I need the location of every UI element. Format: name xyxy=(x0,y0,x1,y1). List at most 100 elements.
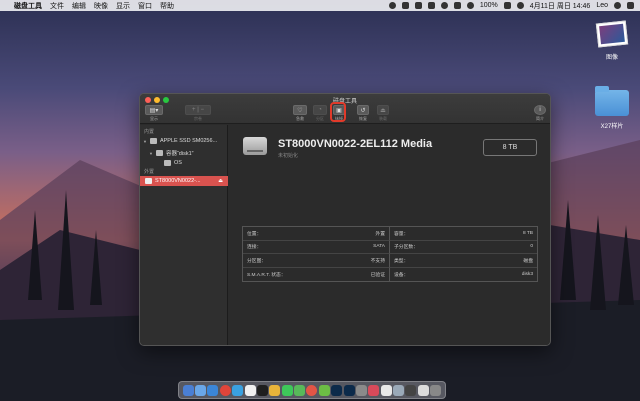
dock xyxy=(178,381,446,399)
detail-pane: ST8000VN0022-2EL112 Media 未初始化 8 TB 位置：外… xyxy=(229,125,550,345)
internal-disk-icon xyxy=(149,138,157,144)
launchpad-icon[interactable] xyxy=(195,384,207,396)
photos-icon[interactable] xyxy=(355,384,367,396)
view-label: 显示 xyxy=(150,116,158,121)
info-cell-partition-map: 分区图： 不支持 xyxy=(243,254,390,268)
info-cell-smart-status: S.M.A.R.T. 状态： 已验证 xyxy=(243,267,390,281)
device-subtitle: 未初始化 xyxy=(278,153,299,159)
first-aid-button[interactable]: ♡ xyxy=(293,105,307,115)
typora-icon[interactable] xyxy=(256,384,268,396)
mail-icon[interactable] xyxy=(232,384,244,396)
user-name[interactable]: Leo xyxy=(596,2,608,9)
search-icon[interactable] xyxy=(614,2,621,9)
erase-highlight-annotation xyxy=(330,102,346,122)
info-cell-child-count: 子分区数： 0 xyxy=(390,241,537,254)
headphones-icon[interactable] xyxy=(440,2,448,9)
info-cell-type: 类型： 磁盘 xyxy=(390,254,537,268)
wechat-icon[interactable] xyxy=(281,384,293,396)
desktop-item-image[interactable]: 图像 xyxy=(582,20,640,61)
info-cell-location: 位置： 外置 xyxy=(243,227,390,241)
volume-label: 宗卷 xyxy=(194,116,202,121)
info-cell-device: 设备： disk3 xyxy=(394,271,533,278)
music-icon[interactable] xyxy=(306,384,318,396)
sidebar-header-internal: 内置 xyxy=(144,129,155,135)
preview-icon[interactable] xyxy=(380,384,392,396)
chrome-icon[interactable] xyxy=(219,384,231,396)
desktop-item-label: 图像 xyxy=(605,55,618,61)
stethoscope-icon: ♡ xyxy=(297,107,303,114)
disclosure-triangle-icon[interactable]: ▼ xyxy=(149,151,153,156)
status-tray: 100% 4月11日 周日 14:46 Leo xyxy=(388,0,634,11)
menu-app-name[interactable]: 磁盘工具 xyxy=(14,1,42,11)
notes-icon[interactable] xyxy=(269,384,281,396)
desktop-item-folder[interactable]: X27样片 xyxy=(582,86,640,130)
sidebar-item-apple-ssd[interactable]: ▼ APPLE SSD SM0256... xyxy=(143,138,217,144)
wechat-work-icon[interactable] xyxy=(318,384,330,396)
control-center-icon[interactable] xyxy=(627,2,634,9)
cloud-icon[interactable] xyxy=(401,2,409,9)
bluetooth-icon[interactable] xyxy=(453,2,461,9)
record-icon[interactable] xyxy=(388,2,396,9)
restore-icon: ↺ xyxy=(360,107,366,114)
info-cell-connection: 连接： SATA xyxy=(243,240,390,254)
calendar-icon[interactable] xyxy=(244,384,256,396)
eject-icon[interactable]: ⏏ xyxy=(218,178,223,184)
sidebar-item-label: 容器“disk1” xyxy=(165,151,194,157)
container-icon xyxy=(155,150,163,156)
unmount-label: 装载 xyxy=(379,116,387,121)
sidebar-item-label: ST8000VN0022-... xyxy=(155,178,201,184)
unmount-icon: ⏏ xyxy=(380,107,386,114)
battery-icon[interactable] xyxy=(503,2,511,9)
sidebar-header-external: 外置 xyxy=(144,169,155,175)
photoshop-icon[interactable] xyxy=(331,384,343,396)
terminal-icon[interactable] xyxy=(405,384,417,396)
partition-icon: ◔ xyxy=(318,107,322,113)
messages-icon[interactable] xyxy=(294,384,306,396)
lightroom-icon[interactable] xyxy=(343,384,355,396)
finder-icon[interactable] xyxy=(182,384,194,396)
sidebar-item-label: OS xyxy=(174,160,182,166)
wifi-icon[interactable] xyxy=(466,2,474,9)
text-tool-icon[interactable] xyxy=(427,2,435,9)
capacity-badge: 8 TB xyxy=(483,139,537,156)
menu-window[interactable]: 窗口 xyxy=(138,1,152,11)
info-button[interactable]: i xyxy=(534,105,546,115)
partition-button[interactable]: ◔ xyxy=(313,105,327,115)
menu-view[interactable]: 显示 xyxy=(116,1,130,11)
menu-bar: 磁盘工具 文件 编辑 映像 显示 窗口 帮助 100% 4月11日 周日 14:… xyxy=(0,0,640,11)
menu-edit[interactable]: 编辑 xyxy=(72,1,86,11)
menu-image[interactable]: 映像 xyxy=(94,1,108,11)
restore-button[interactable]: ↺ xyxy=(357,105,369,115)
input-method-icon[interactable] xyxy=(516,2,524,9)
battery-percent[interactable]: 100% xyxy=(480,2,498,9)
external-disk-icon xyxy=(145,178,152,184)
volume-icon xyxy=(164,160,171,166)
desktop-item-label: X27样片 xyxy=(600,124,624,130)
folder-icon xyxy=(595,86,629,116)
menu-file[interactable]: 文件 xyxy=(50,1,64,11)
sync-icon[interactable] xyxy=(414,2,422,9)
disk-utility-icon[interactable] xyxy=(393,384,405,396)
image-file-icon xyxy=(595,20,629,48)
unmount-button[interactable]: ⏏ xyxy=(377,105,389,115)
toolbar: 磁盘工具 ▤▾ 显示 + | − 宗卷 ♡ 急救 ◔ 分区 ▣ 抹掉 ↺ 恢复 … xyxy=(140,94,550,124)
info-cell-capacity: 容量： 8 TB xyxy=(390,227,537,241)
sidebar-item-label: APPLE SSD SM0256... xyxy=(159,138,218,144)
device-name: ST8000VN0022-2EL112 Media xyxy=(278,138,433,150)
volume-add-remove-button[interactable]: + | − xyxy=(185,105,211,115)
clock[interactable]: 4月11日 周日 14:46 xyxy=(530,1,591,11)
info-label: 简介 xyxy=(536,116,544,121)
hard-drive-icon xyxy=(243,137,267,155)
menu-help[interactable]: 帮助 xyxy=(160,1,174,11)
sidebar-item-st8000[interactable]: ST8000VN0022-... xyxy=(145,178,201,184)
trash-icon[interactable] xyxy=(430,384,442,396)
info-icon: i xyxy=(539,107,541,113)
info-table: 位置： 外置 容量： 8 TB 连接： SATA 子分区数： 0 分区图： 不支持 类型：… xyxy=(242,226,538,282)
view-button[interactable]: ▤▾ xyxy=(145,105,163,115)
disclosure-triangle-icon[interactable]: ▼ xyxy=(143,139,147,144)
app-icon[interactable] xyxy=(368,384,380,396)
sidebar-item-container[interactable]: ▼ 容器“disk1” xyxy=(149,149,193,157)
downloads-icon[interactable] xyxy=(417,384,429,396)
safari-icon[interactable] xyxy=(207,384,219,396)
sidebar-item-os[interactable]: OS xyxy=(164,160,182,166)
